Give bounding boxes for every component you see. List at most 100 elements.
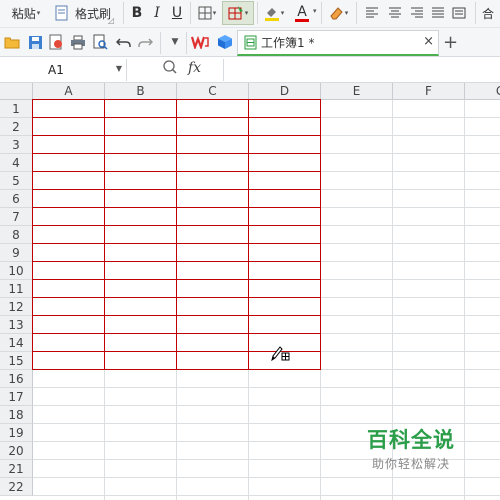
font-color-button[interactable]: A	[289, 0, 315, 26]
row-header-13[interactable]: 13	[0, 316, 33, 334]
divider	[160, 32, 161, 54]
row-header-5[interactable]: 5	[0, 172, 33, 190]
select-all-corner[interactable]	[0, 83, 33, 100]
cube-icon[interactable]	[216, 33, 234, 51]
row-header-19[interactable]: 19	[0, 424, 33, 442]
row-header-20[interactable]: 20	[0, 442, 33, 460]
cell-border-line	[32, 243, 321, 244]
column-header-c[interactable]: C	[177, 83, 249, 100]
distributed-align-button[interactable]	[450, 0, 468, 26]
pen-cursor-icon	[270, 344, 290, 362]
ribbon: 粘贴 ▾ 格式刷 ◿ B I U ▾ ▾ ▾ A ▾ ▾ 合	[0, 0, 500, 28]
row-header-17[interactable]: 17	[0, 388, 33, 406]
clear-format-button[interactable]: ▾	[325, 0, 351, 26]
undo-icon[interactable]	[114, 33, 132, 51]
paste-dropdown-icon[interactable]: ▾	[37, 9, 41, 17]
name-box-value: A1	[48, 63, 64, 77]
merge-button[interactable]: 合	[482, 0, 500, 26]
font-color-swatch	[295, 18, 309, 22]
align-right-button[interactable]	[408, 0, 426, 26]
sheet-doc-icon	[244, 35, 257, 50]
row-header-10[interactable]: 10	[0, 262, 33, 280]
workbook-tab-title: 工作簿1 *	[261, 36, 315, 50]
align-center-icon	[389, 7, 401, 18]
cell-border-line	[32, 117, 321, 118]
fill-color-button[interactable]: ▾	[261, 0, 287, 26]
row-header-9[interactable]: 9	[0, 244, 33, 262]
cell-border-line	[32, 99, 321, 100]
row-header-18[interactable]: 18	[0, 406, 33, 424]
pdf-icon[interactable]	[47, 33, 65, 51]
cell-border-line	[32, 261, 321, 262]
row-header-12[interactable]: 12	[0, 298, 33, 316]
align-center-button[interactable]	[386, 0, 404, 26]
bold-button[interactable]: B	[128, 0, 146, 26]
insert-function-icon[interactable]: fx	[188, 60, 201, 76]
grid-line	[33, 387, 500, 388]
formula-input[interactable]	[223, 59, 500, 81]
column-header-g[interactable]: G	[465, 83, 500, 100]
zoom-icon[interactable]	[163, 60, 177, 78]
row-header-21[interactable]: 21	[0, 460, 33, 478]
name-box-dropdown-icon[interactable]: ▼	[116, 64, 122, 73]
divider	[321, 2, 322, 24]
row-header-11[interactable]: 11	[0, 280, 33, 298]
column-header-a[interactable]: A	[33, 83, 105, 100]
justify-icon	[432, 7, 444, 18]
row-header-16[interactable]: 16	[0, 370, 33, 388]
row-header-7[interactable]: 7	[0, 208, 33, 226]
cell-border-line	[32, 171, 321, 172]
paste-button[interactable]: 粘贴 ▾	[4, 0, 48, 26]
italic-button[interactable]: I	[148, 0, 166, 26]
borders-dropdown-icon[interactable]: ▾	[213, 9, 217, 17]
name-box[interactable]: A1 ▼	[0, 59, 127, 81]
redo-icon[interactable]	[136, 33, 154, 51]
column-header-d[interactable]: D	[249, 83, 321, 100]
draw-border-dropdown-icon[interactable]: ▾	[245, 9, 249, 17]
grid-line	[33, 405, 500, 406]
column-header-f[interactable]: F	[393, 83, 465, 100]
draw-border-button[interactable]: ▾	[222, 1, 254, 25]
fill-color-dropdown-icon[interactable]: ▾	[281, 9, 285, 17]
column-header-e[interactable]: E	[321, 83, 393, 100]
row-header-6[interactable]: 6	[0, 190, 33, 208]
clipboard-launcher-icon[interactable]: ◿	[108, 16, 114, 25]
underline-icon: U	[171, 5, 183, 21]
row-header-8[interactable]: 8	[0, 226, 33, 244]
save-icon[interactable]	[26, 33, 44, 51]
close-tab-icon[interactable]: ×	[423, 34, 434, 49]
formula-bar: A1 ▼ fx	[0, 57, 500, 83]
cell-border-line	[248, 100, 249, 370]
row-header-4[interactable]: 4	[0, 154, 33, 172]
wps-logo-icon[interactable]	[191, 33, 209, 51]
divider	[123, 2, 124, 24]
row-header-14[interactable]: 14	[0, 334, 33, 352]
justify-button[interactable]	[429, 0, 447, 26]
quick-access-bar: ▼ 工作簿1 * × +	[0, 28, 500, 57]
font-color-dropdown-icon[interactable]: ▾	[313, 7, 317, 15]
format-painter-icon	[53, 0, 71, 26]
align-left-icon	[366, 7, 378, 18]
row-header-15[interactable]: 15	[0, 352, 33, 370]
cell-border-line	[32, 369, 321, 370]
divider	[257, 2, 258, 24]
align-left-button[interactable]	[363, 0, 381, 26]
column-header-b[interactable]: B	[105, 83, 177, 100]
open-folder-icon[interactable]	[3, 33, 21, 51]
divider	[186, 32, 187, 54]
row-header-2[interactable]: 2	[0, 118, 33, 136]
workbook-tab[interactable]: 工作簿1 * ×	[237, 30, 439, 56]
dropdown-icon[interactable]: ▼	[166, 33, 184, 51]
new-tab-icon[interactable]: +	[443, 32, 458, 53]
print-preview-icon[interactable]	[91, 33, 109, 51]
row-header-3[interactable]: 3	[0, 136, 33, 154]
row-header-1[interactable]: 1	[0, 100, 33, 118]
cell-border-line	[32, 333, 321, 334]
row-header-22[interactable]: 22	[0, 478, 33, 496]
print-icon[interactable]	[69, 33, 87, 51]
cell-border-line	[32, 225, 321, 226]
borders-button[interactable]: ▾	[194, 0, 220, 26]
underline-button[interactable]: U	[168, 0, 186, 26]
clear-format-dropdown-icon[interactable]: ▾	[345, 9, 349, 17]
cell-border-line	[104, 100, 105, 370]
